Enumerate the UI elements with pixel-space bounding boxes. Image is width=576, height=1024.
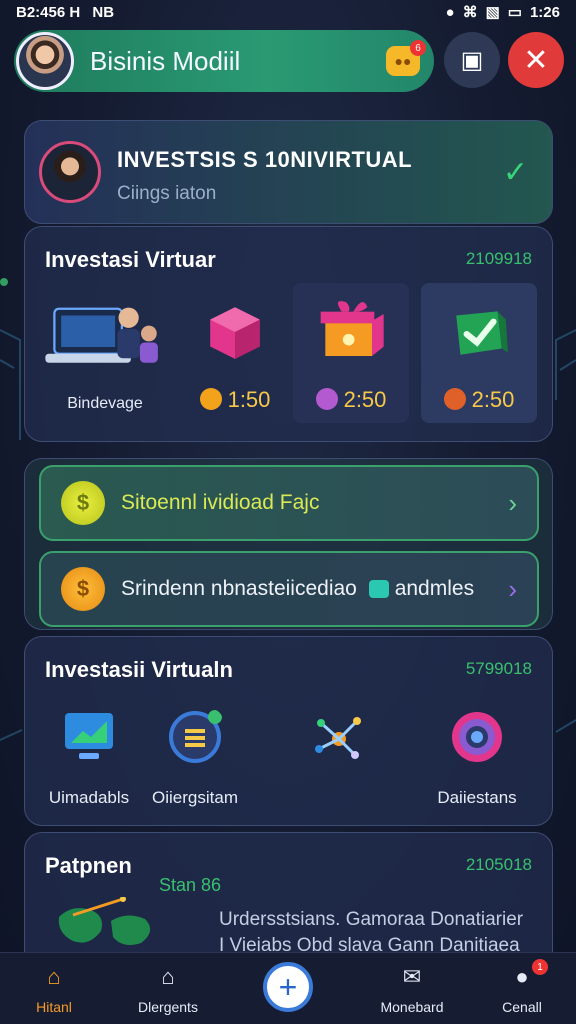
virtual-investment-card: Investasi Virtuar 2109918 Bindevage 1:50 (24, 226, 553, 442)
feature-item[interactable]: Uimadabls (29, 709, 149, 808)
target-ring-icon (452, 712, 502, 762)
coin-icon (443, 388, 466, 410)
nav-label: Cenall (502, 999, 542, 1015)
nav-label: Dlergents (138, 999, 198, 1015)
gift-tile-pink[interactable]: 1:50 (177, 283, 293, 423)
check-box-icon (456, 311, 508, 355)
header-pill[interactable]: Bisinis Modiil ●● 6 (14, 30, 434, 92)
partner-description-line1: Urdersstsians. Gamoraa Donatiarier (219, 909, 524, 930)
status-bar: B2:456 H NB ● ⌘ ▧ ▭ 1:26 (0, 0, 576, 24)
section-number: 2105018 (465, 855, 532, 874)
location-icon: ● (445, 3, 455, 21)
home-icon: ⌂ (47, 964, 61, 989)
status-time: B2:456 H (16, 3, 81, 21)
page-title: Bisinis Modiil (90, 45, 241, 76)
check-icon: ✓ (502, 156, 528, 189)
list-item-label: Srindenn nbnasteiicediao andmles (121, 577, 475, 600)
coin-icon (315, 388, 338, 410)
camera-icon: ▣ (460, 46, 484, 74)
tile-caption: Bindevage (67, 395, 143, 412)
status-extra: NB (92, 3, 115, 21)
add-button[interactable]: + (263, 962, 313, 1012)
feature-item[interactable]: Daiiestans (417, 709, 537, 808)
building-icon: ⌂ (161, 964, 175, 989)
tile-price: 2:50 (421, 387, 537, 413)
chat-badge-count: 6 (410, 40, 426, 56)
plus-icon: + (278, 968, 298, 1005)
feature-item[interactable] (279, 709, 399, 788)
feature-label: Oiiergsitam (152, 788, 238, 807)
action-list: $ Sitoennl ividioad Fajc › $ Srindenn nb… (24, 458, 553, 630)
battery-icon: ▭ (507, 4, 522, 21)
world-map-icon (58, 897, 151, 945)
virtual-features-card: Investasii Virtualn 5799018 Uimadabls Oi… (24, 636, 553, 826)
list-item[interactable]: $ Sitoennl ividioad Fajc › (39, 465, 539, 541)
wifi-icon: ⌘ (462, 4, 478, 21)
mail-icon: ✉ (402, 964, 422, 989)
signal-icon: ▧ (485, 4, 500, 21)
chat-icon[interactable]: ●● 6 (386, 40, 426, 76)
tile-price: 1:50 (177, 387, 293, 413)
chevron-right-icon: › (508, 573, 517, 604)
nav-members[interactable]: ✉ Monebard (362, 963, 462, 1015)
dollar-coin-icon: $ (61, 481, 105, 525)
network-nodes-icon (315, 717, 361, 759)
list-item[interactable]: $ Srindenn nbnasteiicediao andmles › (39, 551, 539, 627)
section-title: Investasi Virtuar (45, 247, 216, 272)
nav-home[interactable]: ⌂ Hitanl (4, 963, 104, 1015)
close-icon: ✕ (523, 43, 549, 77)
monitor-chart-icon (65, 713, 113, 759)
check-tile[interactable]: 2:50 (421, 283, 537, 423)
header: Bisinis Modiil ●● 6 ▣ ✕ (14, 30, 564, 94)
coin-icon (199, 388, 222, 410)
section-title: Patpnen (45, 853, 132, 878)
profile-avatar (39, 141, 101, 203)
profile-title: INVESTSIS S 10NIVIRTUAL (117, 147, 413, 172)
camera-button[interactable]: ▣ (444, 32, 500, 88)
nav-label: Hitanl (36, 999, 72, 1015)
coin-stack-icon (169, 710, 222, 763)
status-right-time: 1:26 (529, 3, 560, 21)
contact-badge: 1 (532, 959, 548, 975)
section-number: 5799018 (465, 659, 532, 678)
gift-box-icon (320, 301, 384, 356)
nav-agents[interactable]: ⌂ Dlergents (118, 963, 218, 1015)
nav-label: Monebard (380, 999, 444, 1015)
feature-label: Uimadabls (48, 788, 130, 807)
avatar[interactable] (16, 32, 74, 90)
feature-item[interactable]: Oiiergsitam (135, 709, 255, 808)
cube-icon (210, 307, 260, 359)
section-title: Investasii Virtualn (45, 657, 233, 682)
feature-label: Daiiestans (437, 788, 517, 807)
section-number: 2109918 (465, 249, 532, 268)
tile-price: 2:50 (293, 387, 409, 413)
partner-star-text: Stan 86 (159, 875, 222, 895)
close-button[interactable]: ✕ (508, 32, 564, 88)
list-item-label: Sitoennl ividioad Fajc (121, 491, 320, 514)
laptop-people-icon (45, 307, 158, 363)
nav-contact[interactable]: ● 1 Cenall (472, 959, 572, 1015)
gift-tile-orange[interactable]: 2:50 (293, 283, 409, 423)
chevron-right-icon: › (508, 487, 517, 518)
cube-small-icon (368, 580, 389, 598)
profile-card[interactable]: INVESTSIS S 10NIVIRTUAL Ciings iaton ✓ (24, 120, 553, 224)
partner-card: Patpnen 2105018 Stan 86 Urdersstsians. G… (24, 832, 553, 972)
profile-subtitle: Ciings iaton (117, 183, 217, 204)
laptop-tile[interactable]: Bindevage (35, 283, 175, 423)
dollar-coin-icon: $ (61, 567, 105, 611)
